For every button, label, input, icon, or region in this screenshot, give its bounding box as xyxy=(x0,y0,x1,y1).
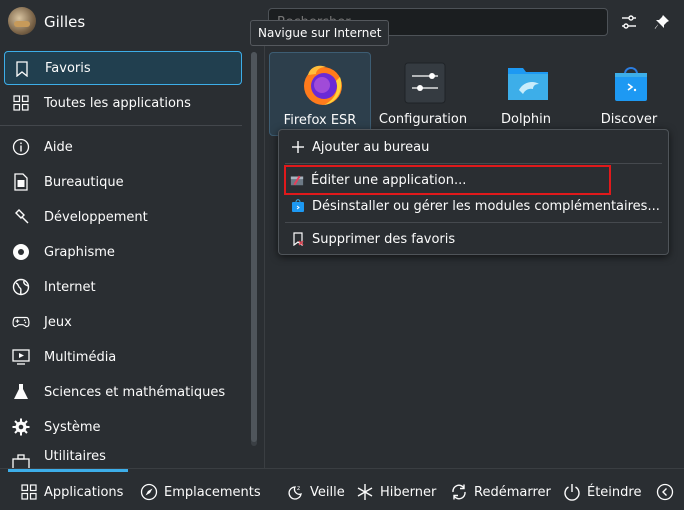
sidebar-item-internet[interactable]: Internet xyxy=(4,270,242,304)
edit-app-icon xyxy=(290,173,304,187)
remove-bookmark-icon xyxy=(291,232,305,246)
sidebar-item-graphisme[interactable]: Graphisme xyxy=(4,235,242,269)
favorite-label: Discover xyxy=(600,112,658,127)
menu-item-label: Supprimer des favoris xyxy=(312,231,456,247)
sidebar-item-label: Développement xyxy=(44,209,148,225)
sidebar-item-label: Toutes les applications xyxy=(44,95,191,111)
grid-icon xyxy=(12,94,30,112)
plus-icon xyxy=(291,140,305,154)
sidebar-item-label: Système xyxy=(44,419,101,435)
sidebar-scrollbar-thumb[interactable] xyxy=(251,52,257,442)
toolbox-icon xyxy=(12,453,30,468)
menu-item-edit-application[interactable]: Éditer une application... xyxy=(284,165,611,195)
menu-item-uninstall-or-manage[interactable]: Désinstaller ou gérer les modules complé… xyxy=(285,193,662,219)
configuration-icon xyxy=(402,60,448,106)
sidebar-item-bureautique[interactable]: Bureautique xyxy=(4,165,242,199)
menu-item-add-to-desktop[interactable]: Ajouter au bureau xyxy=(285,134,662,160)
chevron-left-icon xyxy=(656,483,674,501)
menu-separator xyxy=(285,222,662,223)
pane-divider xyxy=(264,44,265,468)
favorite-discover[interactable]: Discover xyxy=(578,52,680,136)
sidebar-item-label: Aide xyxy=(44,139,73,155)
tooltip: Navigue sur Internet xyxy=(250,20,390,46)
sleep-icon: z xyxy=(286,483,304,501)
sidebar-item-label: Jeux xyxy=(44,314,72,330)
sidebar-item-label: Favoris xyxy=(45,60,91,76)
action-label: Redémarrer xyxy=(474,484,551,500)
sidebar-item-utilitaires[interactable]: Utilitaires xyxy=(4,445,242,468)
favorite-configuration[interactable]: Configuration xyxy=(372,52,474,136)
flask-icon xyxy=(12,383,30,401)
sidebar-item-multimedia[interactable]: Multimédia xyxy=(4,340,242,374)
media-icon xyxy=(12,348,30,366)
hammer-icon xyxy=(12,208,30,226)
sliders-icon[interactable] xyxy=(618,11,640,33)
sidebar-item-systeme[interactable]: Système xyxy=(4,410,242,444)
sidebar-item-sciences[interactable]: Sciences et mathématiques xyxy=(4,375,242,409)
tab-emplacements[interactable]: Emplacements xyxy=(140,483,261,501)
menu-item-label: Ajouter au bureau xyxy=(312,139,430,155)
info-icon xyxy=(12,138,30,156)
sidebar-item-label: Multimédia xyxy=(44,349,117,365)
power-icon xyxy=(563,483,581,501)
firefox-icon xyxy=(300,61,346,107)
tab-applications[interactable]: Applications xyxy=(20,483,123,501)
favorite-label: Configuration xyxy=(378,112,468,127)
favorite-firefox[interactable]: Firefox ESR xyxy=(269,52,371,136)
shutdown-button[interactable]: Éteindre xyxy=(563,483,641,501)
sidebar-item-label: Graphisme xyxy=(44,244,115,260)
sidebar-item-label: Utilitaires xyxy=(44,449,106,464)
palette-icon xyxy=(12,243,30,261)
menu-item-label: Désinstaller ou gérer les modules complé… xyxy=(312,198,660,214)
sidebar-item-developpement[interactable]: Développement xyxy=(4,200,242,234)
gamepad-icon xyxy=(12,313,30,331)
hibernate-button[interactable]: Hiberner xyxy=(356,483,436,501)
svg-text:z: z xyxy=(297,485,300,492)
sidebar: Favoris Toutes les applications Aide Bur… xyxy=(0,48,250,468)
sidebar-item-favoris[interactable]: Favoris xyxy=(4,51,242,85)
tab-label: Applications xyxy=(44,484,124,500)
restart-icon xyxy=(450,483,468,501)
sidebar-item-jeux[interactable]: Jeux xyxy=(4,305,242,339)
discover-bag-icon xyxy=(608,60,654,106)
sidebar-item-all-apps[interactable]: Toutes les applications xyxy=(4,86,242,120)
compass-icon xyxy=(140,483,158,501)
username[interactable]: Gilles xyxy=(44,13,85,31)
bookmark-icon xyxy=(13,60,31,78)
office-icon xyxy=(12,173,30,191)
sleep-button[interactable]: z Veille xyxy=(286,483,345,501)
menu-separator xyxy=(285,163,662,164)
context-menu: Ajouter au bureau Éditer une application… xyxy=(278,129,669,255)
sidebar-item-aide[interactable]: Aide xyxy=(4,130,242,164)
avatar[interactable] xyxy=(8,7,36,35)
sidebar-item-label: Bureautique xyxy=(44,174,124,190)
favorite-label: Dolphin xyxy=(501,112,551,127)
action-label: Veille xyxy=(310,484,345,500)
sidebar-item-label: Sciences et mathématiques xyxy=(44,384,226,400)
sidebar-separator xyxy=(0,125,242,126)
discover-small-icon xyxy=(291,199,305,213)
menu-item-label: Éditer une application... xyxy=(311,172,467,188)
menu-item-remove-favorite[interactable]: Supprimer des favoris xyxy=(285,226,662,252)
favorite-label: Firefox ESR xyxy=(283,113,357,128)
dolphin-folder-icon xyxy=(505,60,551,106)
restart-button[interactable]: Redémarrer xyxy=(450,483,551,501)
action-label: Hiberner xyxy=(380,484,437,500)
globe-icon xyxy=(12,278,30,296)
gear-icon xyxy=(12,418,30,436)
more-actions-button[interactable] xyxy=(656,483,680,501)
tab-label: Emplacements xyxy=(164,484,261,500)
action-label: Éteindre xyxy=(587,484,642,500)
sidebar-item-label: Internet xyxy=(44,279,96,295)
active-tab-indicator xyxy=(8,469,128,472)
pin-icon[interactable] xyxy=(651,11,673,33)
snowflake-icon xyxy=(356,483,374,501)
grid-icon xyxy=(20,483,38,501)
footer: Applications Emplacements z Veille Hiber… xyxy=(0,468,684,510)
favorite-dolphin[interactable]: Dolphin xyxy=(475,52,577,136)
